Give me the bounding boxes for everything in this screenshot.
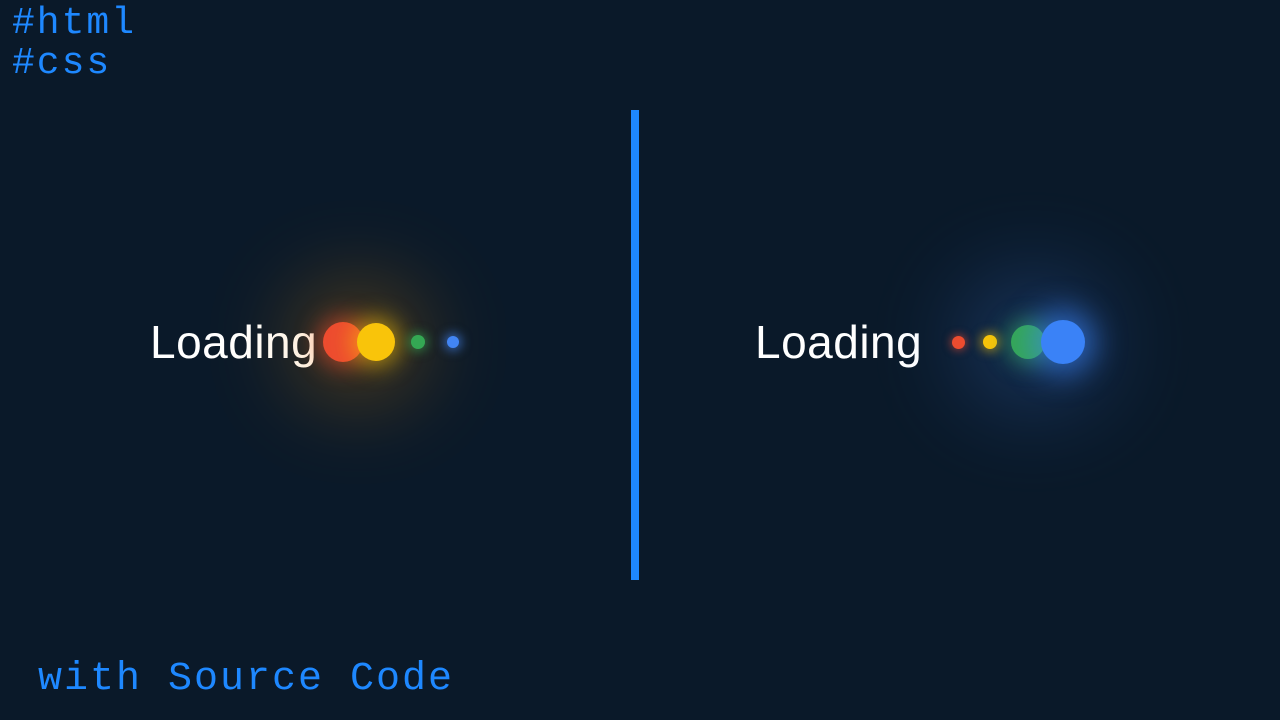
dot-green-icon <box>1011 325 1045 359</box>
hashtag-html: #html <box>12 4 136 44</box>
dots-left <box>323 322 459 362</box>
loading-demo-right: Loading <box>755 315 1085 369</box>
dot-yellow-icon <box>357 323 395 361</box>
hashtag-css: #css <box>12 44 136 84</box>
dots-right <box>928 320 1085 364</box>
hashtag-block: #html #css <box>12 4 136 84</box>
vertical-divider <box>631 110 639 580</box>
loading-label-right: Loading <box>755 315 922 369</box>
loading-demo-left: Loading <box>150 315 459 369</box>
dot-red-icon <box>952 336 965 349</box>
dot-blue-icon <box>1041 320 1085 364</box>
footer-caption: with Source Code <box>38 657 454 702</box>
